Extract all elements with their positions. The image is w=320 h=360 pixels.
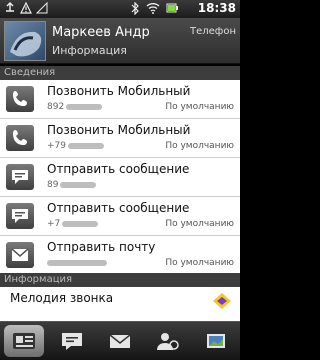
bluetooth-icon (130, 1, 140, 19)
phone-number: +7 (47, 219, 99, 229)
message-icon (6, 164, 34, 190)
message-icon (62, 333, 82, 350)
phone-number: 89 (47, 180, 97, 190)
contact-card-icon (13, 333, 35, 349)
phone-number: 892 (47, 102, 103, 112)
avatar[interactable] (4, 21, 46, 61)
section-header-details: Сведения (0, 66, 240, 80)
clock: 18:38 (197, 1, 236, 15)
default-label: По умолчанию (165, 141, 234, 151)
warning-icon (20, 1, 32, 18)
ringtone-label: Мелодия звонка (10, 291, 114, 305)
section-header-info: Информация (0, 273, 240, 287)
list-item-send-email[interactable]: Отправить почту По умолчанию (0, 236, 240, 275)
list-item-send-sms-2[interactable]: Отправить сообщение +7 По умолчанию (0, 197, 240, 236)
details-tab[interactable] (4, 325, 44, 357)
mail-tab[interactable] (100, 325, 140, 357)
mail-icon (109, 334, 131, 348)
action-label: Отправить почту (47, 240, 156, 254)
default-label: По умолчанию (165, 219, 234, 229)
people-icon (157, 333, 179, 350)
updates-tab[interactable] (148, 325, 188, 357)
contact-subtitle: Информация (52, 44, 127, 57)
contact-name: Маркеев Андр (52, 25, 150, 40)
list-item-call-mobile-2[interactable]: Позвонить Мобильный +79 По умолчанию (0, 119, 240, 158)
action-label: Позвонить Мобильный (47, 84, 191, 98)
bottom-tab-bar (0, 321, 240, 360)
phone-icon (6, 86, 34, 112)
watermark-logo (212, 292, 232, 310)
status-bar: 18:38 (0, 0, 240, 18)
mail-icon (6, 242, 34, 268)
messages-tab[interactable] (52, 325, 92, 357)
signal-icon (35, 1, 48, 18)
action-label: Позвонить Мобильный (47, 123, 191, 137)
list-item-send-sms-1[interactable]: Отправить сообщение 89 (0, 158, 240, 197)
phone-number: +79 (47, 141, 104, 151)
history-icon (207, 334, 225, 348)
history-tab[interactable] (196, 325, 236, 357)
email-address (47, 258, 107, 268)
contact-header: Маркеев Андр Информация Телефон (0, 18, 240, 64)
wifi-icon (146, 2, 160, 18)
battery-icon (166, 2, 180, 18)
usb-icon (4, 2, 16, 18)
list-item-ringtone[interactable]: Мелодия звонка (0, 287, 240, 321)
action-label: Отправить сообщение (47, 162, 190, 176)
list-item-call-mobile-1[interactable]: Позвонить Мобильный 892 По умолчанию (0, 80, 240, 119)
default-label: По умолчанию (165, 258, 234, 268)
contact-type: Телефон (189, 26, 236, 37)
phone-icon (6, 125, 34, 151)
message-icon (6, 203, 34, 229)
contact-actions-list: Позвонить Мобильный 892 По умолчанию Поз… (0, 80, 240, 275)
action-label: Отправить сообщение (47, 201, 190, 215)
default-label: По умолчанию (165, 102, 234, 112)
